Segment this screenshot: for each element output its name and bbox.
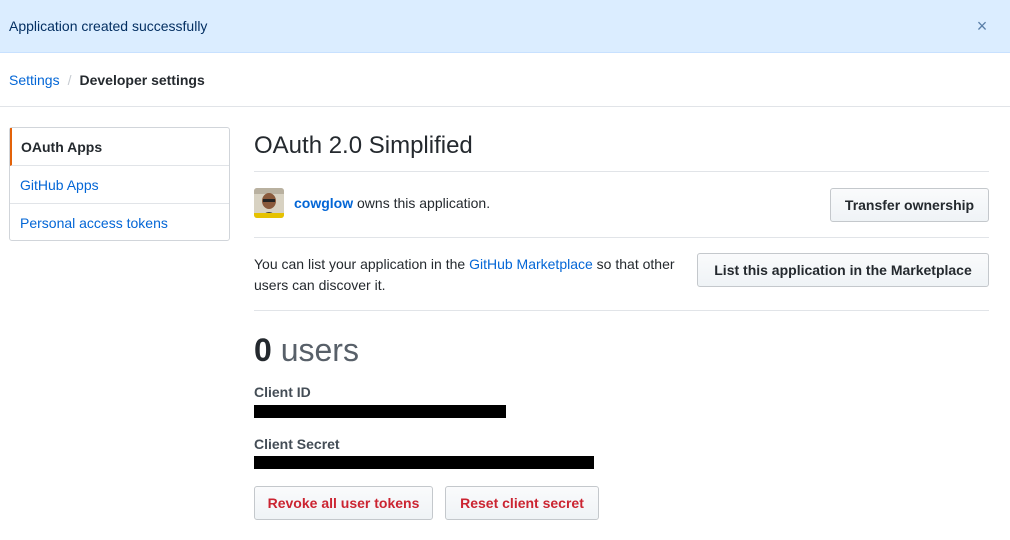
marketplace-text: You can list your application in the Git… xyxy=(254,254,679,296)
owner-row: cowglow owns this application. xyxy=(254,188,490,218)
flash-banner: Application created successfully × xyxy=(0,0,1010,53)
avatar[interactable] xyxy=(254,188,284,218)
close-icon[interactable]: × xyxy=(974,17,990,35)
marketplace-text-before: You can list your application in the xyxy=(254,256,470,272)
marketplace-divider xyxy=(254,310,989,311)
sidebar-item-github-apps[interactable]: GitHub Apps xyxy=(10,166,229,204)
page-title: OAuth 2.0 Simplified xyxy=(254,132,473,159)
sidebar-item-oauth-apps[interactable]: OAuth Apps xyxy=(10,128,229,166)
breadcrumb-settings-link[interactable]: Settings xyxy=(9,72,60,88)
owner-login-link[interactable]: cowglow xyxy=(294,195,353,211)
sidebar-item-personal-access-tokens[interactable]: Personal access tokens xyxy=(10,204,229,242)
client-id-redacted xyxy=(254,405,506,418)
users-count-label: users xyxy=(271,332,359,368)
avatar-image xyxy=(254,188,284,218)
flash-message: Application created successfully xyxy=(9,18,208,34)
title-divider xyxy=(254,171,989,172)
owner-text: cowglow owns this application. xyxy=(294,195,490,211)
header-divider xyxy=(0,106,1010,107)
client-secret-redacted xyxy=(254,456,594,469)
breadcrumb-current: Developer settings xyxy=(79,72,205,88)
client-id-label: Client ID xyxy=(254,384,311,400)
transfer-ownership-button[interactable]: Transfer ownership xyxy=(830,188,989,222)
list-in-marketplace-button[interactable]: List this application in the Marketplace xyxy=(697,253,989,287)
breadcrumb-separator: / xyxy=(67,72,72,88)
client-secret-label: Client Secret xyxy=(254,436,340,452)
owner-divider xyxy=(254,237,989,238)
breadcrumb: Settings / Developer settings xyxy=(9,72,205,88)
github-marketplace-link[interactable]: GitHub Marketplace xyxy=(469,256,593,272)
reset-client-secret-button[interactable]: Reset client secret xyxy=(445,486,599,520)
users-count-number: 0 xyxy=(254,332,272,368)
revoke-all-user-tokens-button[interactable]: Revoke all user tokens xyxy=(254,486,433,520)
owner-suffix: owns this application. xyxy=(353,195,491,211)
users-count: 0 users xyxy=(254,332,359,369)
developer-settings-menu: OAuth Apps GitHub Apps Personal access t… xyxy=(9,127,230,241)
